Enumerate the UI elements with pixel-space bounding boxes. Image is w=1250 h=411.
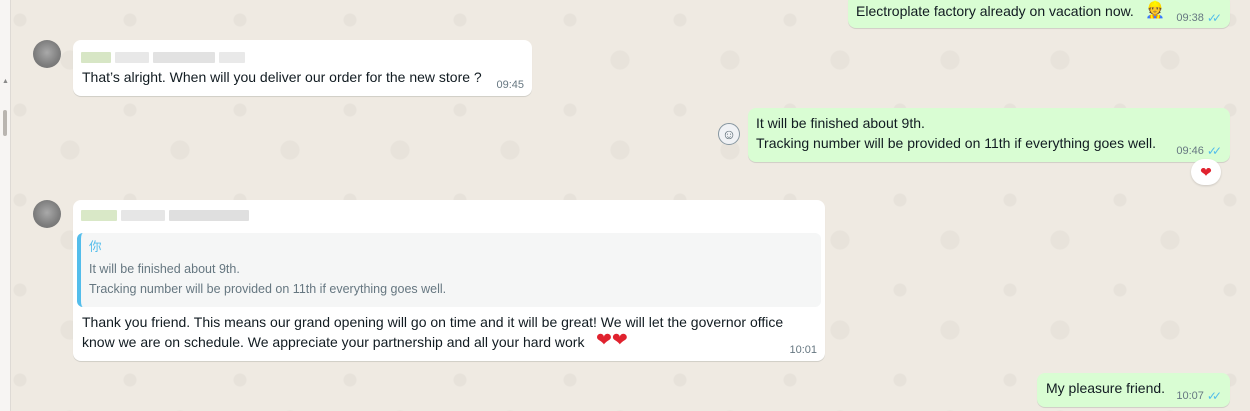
heart-icon: ❤ xyxy=(1200,163,1212,180)
scroll-up-icon[interactable]: ▲ xyxy=(2,78,9,85)
heart-reaction-badge[interactable]: ❤ xyxy=(1191,159,1221,185)
scrollbar-thumb[interactable] xyxy=(3,110,7,136)
incoming-message[interactable]: 你 It will be finished about 9th. Trackin… xyxy=(73,200,825,361)
message-text: Electroplate factory already on vacation… xyxy=(856,3,1134,19)
message-meta: 10:01 xyxy=(789,343,817,357)
message-text: My pleasure friend. xyxy=(1046,380,1166,396)
contact-avatar[interactable] xyxy=(33,200,61,228)
message-line: It will be finished about 9th. xyxy=(756,115,925,131)
quoted-message[interactable]: 你 It will be finished about 9th. Trackin… xyxy=(77,233,821,307)
worker-emoji: 👷 xyxy=(1145,2,1165,19)
outgoing-message[interactable]: Electroplate factory already on vacation… xyxy=(848,0,1230,28)
message-text: That’s alright. When will you deliver ou… xyxy=(82,69,482,85)
message-line: Tracking number will be provided on 11th… xyxy=(756,135,1156,151)
message-time: 09:38 xyxy=(1176,12,1204,24)
quote-line: Tracking number will be provided on 11th… xyxy=(89,282,447,296)
chat-scroll-track[interactable] xyxy=(0,0,11,411)
message-meta: 10:07 ✓✓ xyxy=(1176,389,1222,403)
sender-name-redacted xyxy=(81,210,249,221)
message-time: 10:07 xyxy=(1176,390,1204,402)
sender-name-redacted xyxy=(81,52,245,63)
read-ticks-icon: ✓✓ xyxy=(1206,144,1222,158)
message-meta: 09:45 xyxy=(496,78,524,92)
contact-avatar[interactable] xyxy=(33,40,61,68)
message-time: 09:45 xyxy=(496,79,524,91)
outgoing-message[interactable]: My pleasure friend. 10:07 ✓✓ xyxy=(1037,373,1230,407)
read-ticks-icon: ✓✓ xyxy=(1206,11,1222,25)
quote-line: It will be finished about 9th. xyxy=(89,262,240,276)
message-time: 09:46 xyxy=(1176,145,1204,157)
message-line: know we are on schedule. We appreciate y… xyxy=(82,334,585,350)
heart-emoji: ❤❤ xyxy=(596,330,628,351)
read-ticks-icon: ✓✓ xyxy=(1206,389,1222,403)
outgoing-message[interactable]: It will be finished about 9th. Tracking … xyxy=(748,108,1230,162)
message-meta: 09:46 ✓✓ xyxy=(1176,144,1222,158)
react-emoji-icon[interactable]: ☺ xyxy=(718,123,740,145)
incoming-message[interactable]: That’s alright. When will you deliver ou… xyxy=(73,40,532,96)
message-time: 10:01 xyxy=(789,344,817,356)
message-meta: 09:38 ✓✓ xyxy=(1176,11,1222,25)
quote-author: 你 xyxy=(89,240,102,254)
message-line: Thank you friend. This means our grand o… xyxy=(82,314,784,330)
